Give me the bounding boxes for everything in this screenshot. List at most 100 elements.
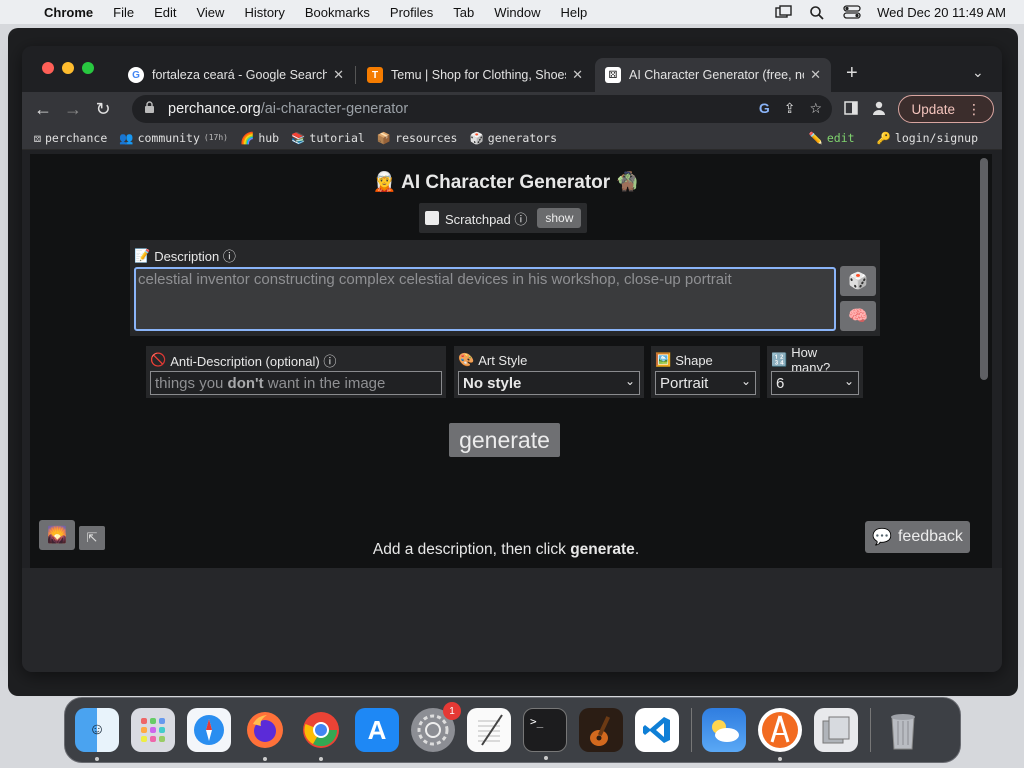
shape-select[interactable]: Portrait ⌄	[655, 371, 756, 395]
menu-window[interactable]: Window	[484, 5, 550, 20]
forward-arrow-icon[interactable]: →	[58, 99, 88, 120]
garageband-icon[interactable]	[579, 708, 623, 752]
dock-separator	[691, 708, 692, 752]
chevron-down-icon: ⌄	[624, 374, 635, 388]
shape-label-row: 🖼️ Shape	[655, 352, 756, 368]
macos-menubar: Chrome File Edit View History Bookmarks …	[0, 0, 1024, 24]
weather-icon[interactable]	[702, 708, 746, 752]
control-center-icon[interactable]	[843, 5, 861, 19]
screen-mirror-icon[interactable]	[775, 5, 793, 19]
terminal-icon[interactable]: >_	[523, 708, 567, 760]
feedback-button[interactable]: 💬 feedback	[865, 521, 970, 553]
edit-label: edit	[826, 131, 855, 145]
instruction-text: Add a description, then click generate.	[30, 541, 982, 559]
art-style-panel: 🎨 Art Style No style ⌄	[454, 346, 644, 398]
tab-google-search[interactable]: G fortaleza ceará - Google Search ✕	[118, 58, 354, 92]
how-many-select[interactable]: 6 ⌄	[771, 371, 859, 395]
tab-temu[interactable]: T Temu | Shop for Clothing, Shoes ✕	[357, 58, 593, 92]
tab-search-chevron-icon[interactable]: ⌄	[972, 64, 984, 81]
numbers-icon: 🔢	[771, 352, 788, 367]
menubar-clock[interactable]: Wed Dec 20 11:49 AM	[877, 5, 1006, 20]
instruments-icon[interactable]	[758, 708, 802, 761]
chrome-icon[interactable]	[299, 708, 343, 761]
rainbow-icon: 🌈	[239, 130, 255, 145]
update-button[interactable]: Update ⋮	[898, 95, 994, 123]
edit-link[interactable]: ✏️ edit	[809, 131, 855, 145]
anti-description-input[interactable]: things you don't want in the image	[150, 371, 442, 395]
art-style-label: Art Style	[478, 352, 528, 368]
textedit-icon[interactable]	[467, 708, 511, 752]
zoom-window-button[interactable]	[82, 62, 94, 74]
close-tab-icon[interactable]: ✕	[810, 67, 821, 83]
description-textarea[interactable]: celestial inventor constructing complex …	[134, 267, 836, 331]
running-indicator	[544, 756, 548, 760]
art-style-select[interactable]: No style ⌄	[458, 371, 640, 395]
login-signup-link[interactable]: 🔑 login/signup	[877, 131, 978, 145]
shape-panel: 🖼️ Shape Portrait ⌄	[651, 346, 760, 398]
launchpad-icon[interactable]	[131, 708, 175, 752]
bookmarks-bar: ⚄ perchance 👥 community (17h) 🌈 hub 📚 tutoria…	[22, 126, 1002, 150]
share-icon[interactable]: ⇪	[784, 100, 796, 117]
close-window-button[interactable]	[42, 62, 54, 74]
page-title: 🧝 AI Character Generator 🧌	[372, 172, 640, 193]
description-panel: 📝 Description ⓘ celestial inventor const…	[130, 240, 880, 336]
bookmark-star-icon[interactable]: ☆	[809, 100, 822, 117]
how-many-label-row: 🔢 How many?	[771, 345, 859, 375]
tab-ai-character-generator[interactable]: ⚄ AI Character Generator (free, no ✕	[595, 58, 831, 92]
safari-icon[interactable]	[187, 708, 231, 752]
brain-suggest-button[interactable]: 🧠	[840, 301, 876, 331]
address-bar[interactable]: perchance.org /ai-character-generator G …	[132, 95, 832, 123]
menu-edit[interactable]: Edit	[144, 5, 186, 20]
random-dice-button[interactable]: 🎲	[840, 266, 876, 296]
menu-app-name[interactable]: Chrome	[38, 5, 103, 20]
shape-value: Portrait	[660, 374, 709, 392]
placeholder-emphasis: don't	[227, 374, 264, 392]
trash-icon[interactable]	[881, 708, 925, 752]
reload-icon[interactable]: ↻	[88, 99, 118, 120]
preview-icon[interactable]	[814, 708, 858, 752]
bookmark-generators[interactable]: 🎲 generators	[469, 131, 557, 145]
placeholder-text: want in the image	[263, 374, 386, 392]
menu-file[interactable]: File	[103, 5, 144, 20]
menu-bookmarks[interactable]: Bookmarks	[295, 5, 380, 20]
dice-icon: 🎲	[848, 273, 868, 290]
spotlight-search-icon[interactable]	[809, 5, 827, 20]
anti-description-placeholder: things you don't want in the image	[155, 375, 385, 392]
menu-profiles[interactable]: Profiles	[380, 5, 443, 20]
more-menu-icon[interactable]: ⋮	[967, 101, 981, 118]
new-tab-icon[interactable]: +	[846, 62, 858, 85]
bookmark-hub[interactable]: 🌈 hub	[240, 131, 279, 145]
url-domain: perchance.org	[168, 101, 261, 117]
community-badge: (17h)	[203, 133, 228, 142]
generate-button[interactable]: generate	[449, 423, 560, 457]
menu-view[interactable]: View	[186, 5, 234, 20]
google-lens-icon[interactable]: G	[759, 100, 770, 117]
feedback-label: feedback	[897, 528, 963, 545]
back-arrow-icon[interactable]: ←	[28, 99, 58, 120]
scratchpad-label: Scratchpad ⓘ	[445, 211, 528, 227]
menu-history[interactable]: History	[234, 5, 294, 20]
window-lower-area	[22, 568, 1002, 672]
bookmark-community[interactable]: 👥 community (17h)	[119, 131, 228, 145]
side-panel-icon[interactable]	[842, 100, 860, 118]
bookmark-perchance[interactable]: ⚄ perchance	[34, 131, 107, 145]
bookmark-resources[interactable]: 📦 resources	[377, 131, 458, 145]
close-tab-icon[interactable]: ✕	[333, 67, 344, 83]
system-settings-icon[interactable]: 1	[411, 702, 461, 752]
how-many-value: 6	[776, 374, 785, 392]
lock-icon[interactable]	[144, 101, 158, 117]
close-tab-icon[interactable]: ✕	[572, 67, 583, 83]
description-label-row: 📝 Description ⓘ	[134, 246, 236, 265]
scratchpad-show-button[interactable]: show	[537, 208, 582, 228]
finder-icon[interactable]: ☺	[75, 708, 119, 761]
firefox-icon[interactable]	[243, 708, 287, 761]
notification-badge: 1	[443, 702, 461, 720]
menu-help[interactable]: Help	[551, 5, 598, 20]
menu-tab[interactable]: Tab	[443, 5, 484, 20]
anti-description-label-row: 🚫 Anti-Description (optional) ⓘ	[150, 352, 442, 369]
bookmark-tutorial[interactable]: 📚 tutorial	[291, 131, 365, 145]
app-store-icon[interactable]: A	[355, 708, 399, 752]
minimize-window-button[interactable]	[62, 62, 74, 74]
vscode-icon[interactable]	[635, 708, 679, 752]
profile-avatar-icon[interactable]	[870, 100, 888, 119]
